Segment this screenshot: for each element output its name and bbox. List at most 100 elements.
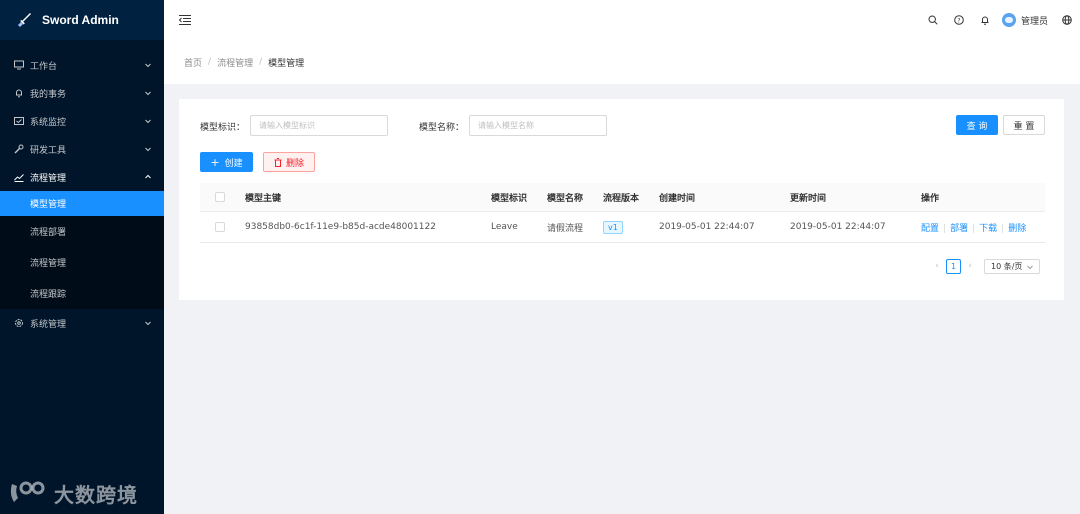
- operations-cell: 配置 | 部署 | 下载 | 删除: [921, 221, 1026, 234]
- tool-icon: [14, 144, 24, 154]
- config-link[interactable]: 配置: [921, 224, 939, 234]
- page-size-value: 10 条/页: [991, 261, 1023, 271]
- next-page-icon[interactable]: ›: [964, 258, 976, 274]
- user-menu[interactable]: 管理员: [1001, 13, 1048, 27]
- user-name: 管理员: [1020, 16, 1048, 27]
- app-title: Sword Admin: [42, 13, 119, 27]
- table-header: 模型主键 模型标识 模型名称 流程版本 创建时间 更新时间 操作: [200, 183, 1045, 212]
- menu-item-label: 流程管理: [30, 173, 67, 184]
- model-name-label: 模型名称：: [419, 123, 465, 133]
- table-row: 93858db0-6c1f-11e9-b85d-acde48001122 Lea…: [200, 212, 1045, 243]
- plus-icon: +: [210, 155, 220, 169]
- language-globe-icon[interactable]: [1054, 0, 1080, 40]
- chevron-down-icon: [144, 89, 152, 97]
- prev-page-icon[interactable]: ‹: [931, 258, 943, 274]
- breadcrumb: 首页 / 流程管理 / 模型管理: [164, 40, 1080, 84]
- bell-icon: [14, 88, 24, 98]
- model-key-cell: Leave: [491, 222, 518, 232]
- reset-button[interactable]: 重 置: [1003, 115, 1045, 135]
- select-all-checkbox[interactable]: [215, 192, 225, 202]
- content-card: 模型标识： 请输入模型标识 模型名称： 请输入模型名称 查 询 重 置 + 创建…: [179, 99, 1064, 300]
- delete-link[interactable]: 删除: [1008, 224, 1026, 234]
- create-button-label: 创建: [224, 158, 243, 169]
- column-header: 更新时间: [790, 193, 827, 204]
- column-header: 模型主键: [245, 193, 282, 204]
- column-header: 模型标识: [491, 193, 528, 204]
- updated-time-cell: 2019-05-01 22:44:07: [790, 222, 886, 232]
- column-header: 创建时间: [659, 193, 696, 204]
- chevron-down-icon: [144, 117, 152, 125]
- menu-item-label: 工作台: [30, 61, 58, 72]
- op-divider: |: [1001, 223, 1005, 234]
- menu-item-workbench[interactable]: 工作台: [0, 51, 164, 79]
- logo[interactable]: Sword Admin: [0, 0, 164, 40]
- column-header: 模型名称: [547, 193, 584, 204]
- chevron-down-icon: [144, 319, 152, 327]
- header-actions: ? 管理员: [920, 0, 1080, 40]
- chevron-up-icon: [144, 173, 152, 181]
- menu-item-label: 我的事务: [30, 89, 67, 100]
- sidebar: Sword Admin 工作台 我的事务 系统监控 研发工具 流程管理 模型管理…: [0, 0, 164, 514]
- version-tag: v1: [603, 220, 623, 234]
- menu-item-my-affairs[interactable]: 我的事务: [0, 79, 164, 107]
- model-name-input[interactable]: 请输入模型名称: [469, 115, 607, 136]
- breadcrumb-current: 模型管理: [268, 58, 305, 69]
- op-divider: |: [943, 223, 947, 234]
- page-size-select[interactable]: 10 条/页: [984, 258, 1040, 274]
- avatar: [1001, 13, 1016, 27]
- chevron-down-icon: [144, 145, 152, 153]
- trash-icon: [274, 157, 282, 167]
- help-icon[interactable]: ?: [946, 0, 972, 40]
- side-menu: 工作台 我的事务 系统监控 研发工具 流程管理 模型管理 流程部署 流程管理 流…: [0, 51, 164, 337]
- column-header: 操作: [921, 193, 940, 204]
- menu-item-system-management[interactable]: 系统管理: [0, 309, 164, 337]
- submenu-item-model-management[interactable]: 模型管理: [0, 191, 164, 216]
- column-header: 流程版本: [603, 193, 640, 204]
- page-number[interactable]: 1: [946, 258, 961, 274]
- created-time-cell: 2019-05-01 22:44:07: [659, 222, 755, 232]
- breadcrumb-separator: /: [208, 57, 212, 67]
- menu-item-label: 系统监控: [30, 117, 67, 128]
- model-key-input[interactable]: 请输入模型标识: [250, 115, 388, 136]
- create-button[interactable]: + 创建: [200, 152, 253, 172]
- model-key-label: 模型标识：: [200, 123, 246, 133]
- delete-button-label: 删除: [285, 158, 304, 169]
- submenu-item-process-deploy[interactable]: 流程部署: [0, 216, 164, 247]
- model-id-cell: 93858db0-6c1f-11e9-b85d-acde48001122: [245, 222, 436, 232]
- breadcrumb-separator: /: [259, 57, 263, 67]
- chevron-down-icon: [144, 61, 152, 69]
- monitor-icon: [14, 60, 24, 70]
- chart-icon: [14, 172, 24, 182]
- download-link[interactable]: 下载: [979, 224, 997, 234]
- submenu-item-process-management[interactable]: 流程管理: [0, 247, 164, 278]
- menu-fold-icon[interactable]: [178, 13, 192, 27]
- svg-text:?: ?: [957, 17, 960, 24]
- row-checkbox[interactable]: [215, 222, 225, 232]
- menu-item-process-management[interactable]: 流程管理: [0, 163, 164, 191]
- model-table: 模型主键 模型标识 模型名称 流程版本 创建时间 更新时间 操作 93858db…: [200, 183, 1045, 243]
- menu-item-dev-tools[interactable]: 研发工具: [0, 135, 164, 163]
- search-icon[interactable]: [920, 0, 946, 40]
- model-name-cell: 请假流程: [547, 223, 584, 234]
- watermark-text: 大数跨境: [54, 482, 138, 507]
- watermark: 大数跨境: [8, 478, 138, 508]
- version-cell: v1: [603, 220, 623, 234]
- deploy-link[interactable]: 部署: [950, 224, 968, 234]
- notification-bell-icon[interactable]: [972, 0, 998, 40]
- search-form: 模型标识： 请输入模型标识 模型名称： 请输入模型名称 查 询 重 置: [179, 115, 1064, 137]
- menu-item-label: 系统管理: [30, 319, 67, 330]
- delete-button[interactable]: 删除: [263, 152, 315, 172]
- submenu-item-process-tracking[interactable]: 流程跟踪: [0, 278, 164, 309]
- mail-icon: [14, 116, 24, 126]
- breadcrumb-process-management[interactable]: 流程管理: [217, 56, 253, 69]
- sword-logo-icon: [16, 11, 34, 29]
- chevron-down-icon: [1026, 263, 1034, 273]
- top-header: ? 管理员: [164, 0, 1080, 40]
- menu-item-monitoring[interactable]: 系统监控: [0, 107, 164, 135]
- pagination: ‹ 1 › 10 条/页: [931, 258, 1040, 274]
- process-submenu: 模型管理 流程部署 流程管理 流程跟踪: [0, 191, 164, 309]
- op-divider: |: [972, 223, 976, 234]
- query-button[interactable]: 查 询: [956, 115, 998, 135]
- watermark-logo-icon: [10, 481, 45, 502]
- breadcrumb-home[interactable]: 首页: [184, 56, 202, 69]
